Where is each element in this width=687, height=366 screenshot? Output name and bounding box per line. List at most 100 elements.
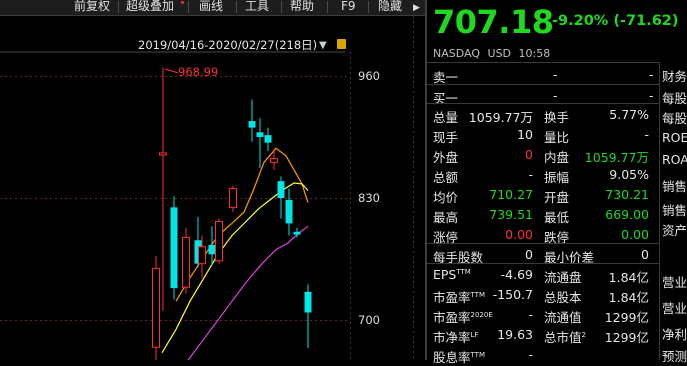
- financial-summary-label: 销售: [662, 179, 687, 194]
- stat-label: 开盘: [544, 190, 570, 205]
- candle-body: [293, 231, 301, 235]
- exchange-label: NASDAQ: [433, 47, 481, 60]
- stat-value: 0.00: [505, 227, 533, 242]
- fundamental-value: -150.7: [492, 287, 533, 302]
- stat-label: 量比: [544, 130, 570, 145]
- y-tick-960: 960: [358, 69, 380, 83]
- fundamental-label-text: 总市值: [544, 330, 582, 345]
- notification-dot: [181, 1, 184, 4]
- fundamental-label: 总股本: [544, 287, 582, 306]
- y-tick-700: 700: [358, 313, 380, 327]
- fundamental-row: EPSTTM -4.69 流通盘 1.84亿: [427, 266, 659, 286]
- stat-value: 730.21: [605, 187, 649, 202]
- fundamental-label: 市净率LF: [433, 327, 478, 346]
- toolbar-tools-button[interactable]: 工具: [243, 0, 271, 15]
- fundamental-value: -: [528, 307, 533, 322]
- financial-summary-label: 净利: [662, 327, 687, 342]
- fundamental-label: EPSTTM: [433, 267, 471, 282]
- sell1-row[interactable]: 卖一 - -: [427, 66, 659, 85]
- fundamental-label-text: 市净率: [433, 330, 471, 345]
- fundamental-label-text: 总股本: [544, 290, 582, 305]
- fundamental-label-text: 股息率: [433, 350, 471, 365]
- fundamental-label: 股息率TTM: [433, 347, 485, 366]
- buy1-label: 买一: [433, 91, 459, 106]
- toolbar-hide-button[interactable]: 隐藏: [376, 0, 404, 15]
- fundamental-label-sup: TTM: [456, 267, 471, 276]
- toolbar-overlay-button[interactable]: 超级叠加: [124, 0, 176, 15]
- fundamental-row: 股息率TTM -: [427, 346, 659, 366]
- fundamental-label: 流通值: [544, 307, 582, 326]
- fundamental-row: 市盈率TTM -150.7 总股本 1.84亿: [427, 286, 659, 306]
- stats-row: 涨停 0.00 跌停 0.00: [427, 226, 659, 245]
- candle-body: [304, 291, 312, 313]
- fundamental-value: -4.69: [500, 267, 533, 282]
- financial-summary-label: ROE: [662, 130, 687, 145]
- price-change: -9.20% (-71.62): [552, 13, 679, 29]
- stat-value: 5.77%: [609, 107, 649, 122]
- stat-value: 710.27: [489, 187, 533, 202]
- financial-summary-label: 财务: [662, 69, 687, 84]
- fundamental-label: 总市值2: [544, 327, 586, 346]
- stat-value: 9.05%: [609, 167, 649, 182]
- sell1-volume: -: [649, 67, 654, 82]
- financial-summary-label: 预测: [662, 349, 687, 364]
- toolbar-draw-button[interactable]: 画线: [197, 0, 225, 15]
- stat-value: -: [644, 127, 649, 142]
- financial-summary-label: 资产: [662, 223, 687, 238]
- stat-label: 外盘: [433, 150, 459, 165]
- stat-value: 10: [517, 127, 533, 142]
- stat-label: 最低: [544, 210, 570, 225]
- fundamental-value: 19.63: [497, 327, 533, 342]
- high-annotation-label: 968.99: [178, 65, 219, 79]
- fundamental-value: 1299亿: [604, 310, 649, 325]
- sell1-price: -: [553, 67, 558, 82]
- fundamental-label-text: EPS: [433, 267, 457, 282]
- lot-row: 每手股数 0 最小价差 0: [427, 246, 659, 265]
- candle-body: [229, 188, 237, 208]
- chart-toolbar: 前复权 超级叠加 画线 工具 帮助 F9 隐藏 ▶: [0, 0, 425, 16]
- stat-label: 总额: [433, 170, 459, 185]
- quote-meta: NASDAQ USD 10:58: [433, 47, 550, 60]
- financial-summary-column: 财务 每股 每股 ROE ROA 销售 销售 资产 营业 营业 净利 预测: [659, 62, 687, 364]
- financial-summary-label: ROA: [662, 152, 687, 167]
- stats-row: 外盘 0 内盘 1059.77万: [427, 146, 659, 165]
- stat-label: 内盘: [544, 150, 570, 165]
- price-chart[interactable]: 2019/04/16-2020/02/27(218日) ▼ 960 830 70…: [0, 16, 425, 360]
- fundamental-row: 市盈率2020E - 流通值 1299亿: [427, 306, 659, 326]
- candle-body: [182, 236, 190, 288]
- quote-panel: 707.18 -9.20% (-71.62) NASDAQ USD 10:58 …: [427, 0, 687, 365]
- stat-value: 739.51: [489, 207, 533, 222]
- candle-body: [248, 121, 256, 128]
- fundamental-label-text: 市盈率: [433, 290, 471, 305]
- fundamental-label-text: 市盈率: [433, 310, 471, 325]
- stats-row: 最高 739.51 最低 669.00: [427, 206, 659, 225]
- tick-size-value: 0: [641, 247, 649, 262]
- stats-row: 总量 1059.77万 换手 5.77%: [427, 106, 659, 125]
- candle-body: [264, 135, 272, 143]
- candle-body: [159, 152, 167, 156]
- candle-body: [152, 267, 160, 348]
- fundamental-label-text: 流通盘: [544, 270, 582, 285]
- high-annotation-arrow: [164, 68, 179, 74]
- financial-summary-label: 每股: [662, 91, 687, 106]
- stat-label: 均价: [433, 190, 459, 205]
- fundamental-value: 1299亿: [604, 330, 649, 345]
- quote-time: 10:58: [518, 47, 551, 60]
- candle-body: [277, 181, 285, 198]
- fundamental-label-sup: 2020E: [470, 310, 493, 319]
- fundamental-label: 流通盘: [544, 267, 582, 286]
- stat-value: 1059.77万: [584, 150, 649, 165]
- toolbar-f9-button[interactable]: F9: [339, 0, 358, 15]
- currency-label: USD: [487, 47, 512, 60]
- toolbar-help-button[interactable]: 帮助: [288, 0, 316, 15]
- stat-label: 最高: [433, 210, 459, 225]
- toolbar-more-icon[interactable]: ▶: [411, 2, 422, 17]
- buy1-price: -: [553, 88, 558, 103]
- stat-label: 换手: [544, 110, 570, 125]
- stat-label: 现手: [433, 130, 459, 145]
- toolbar-adjust-button[interactable]: 前复权: [72, 0, 112, 15]
- fundamental-label-sup: LF: [470, 330, 479, 339]
- candle-body: [270, 158, 278, 163]
- financial-summary-label: 销售: [662, 203, 687, 218]
- stats-row: 总额 - 振幅 9.05%: [427, 166, 659, 185]
